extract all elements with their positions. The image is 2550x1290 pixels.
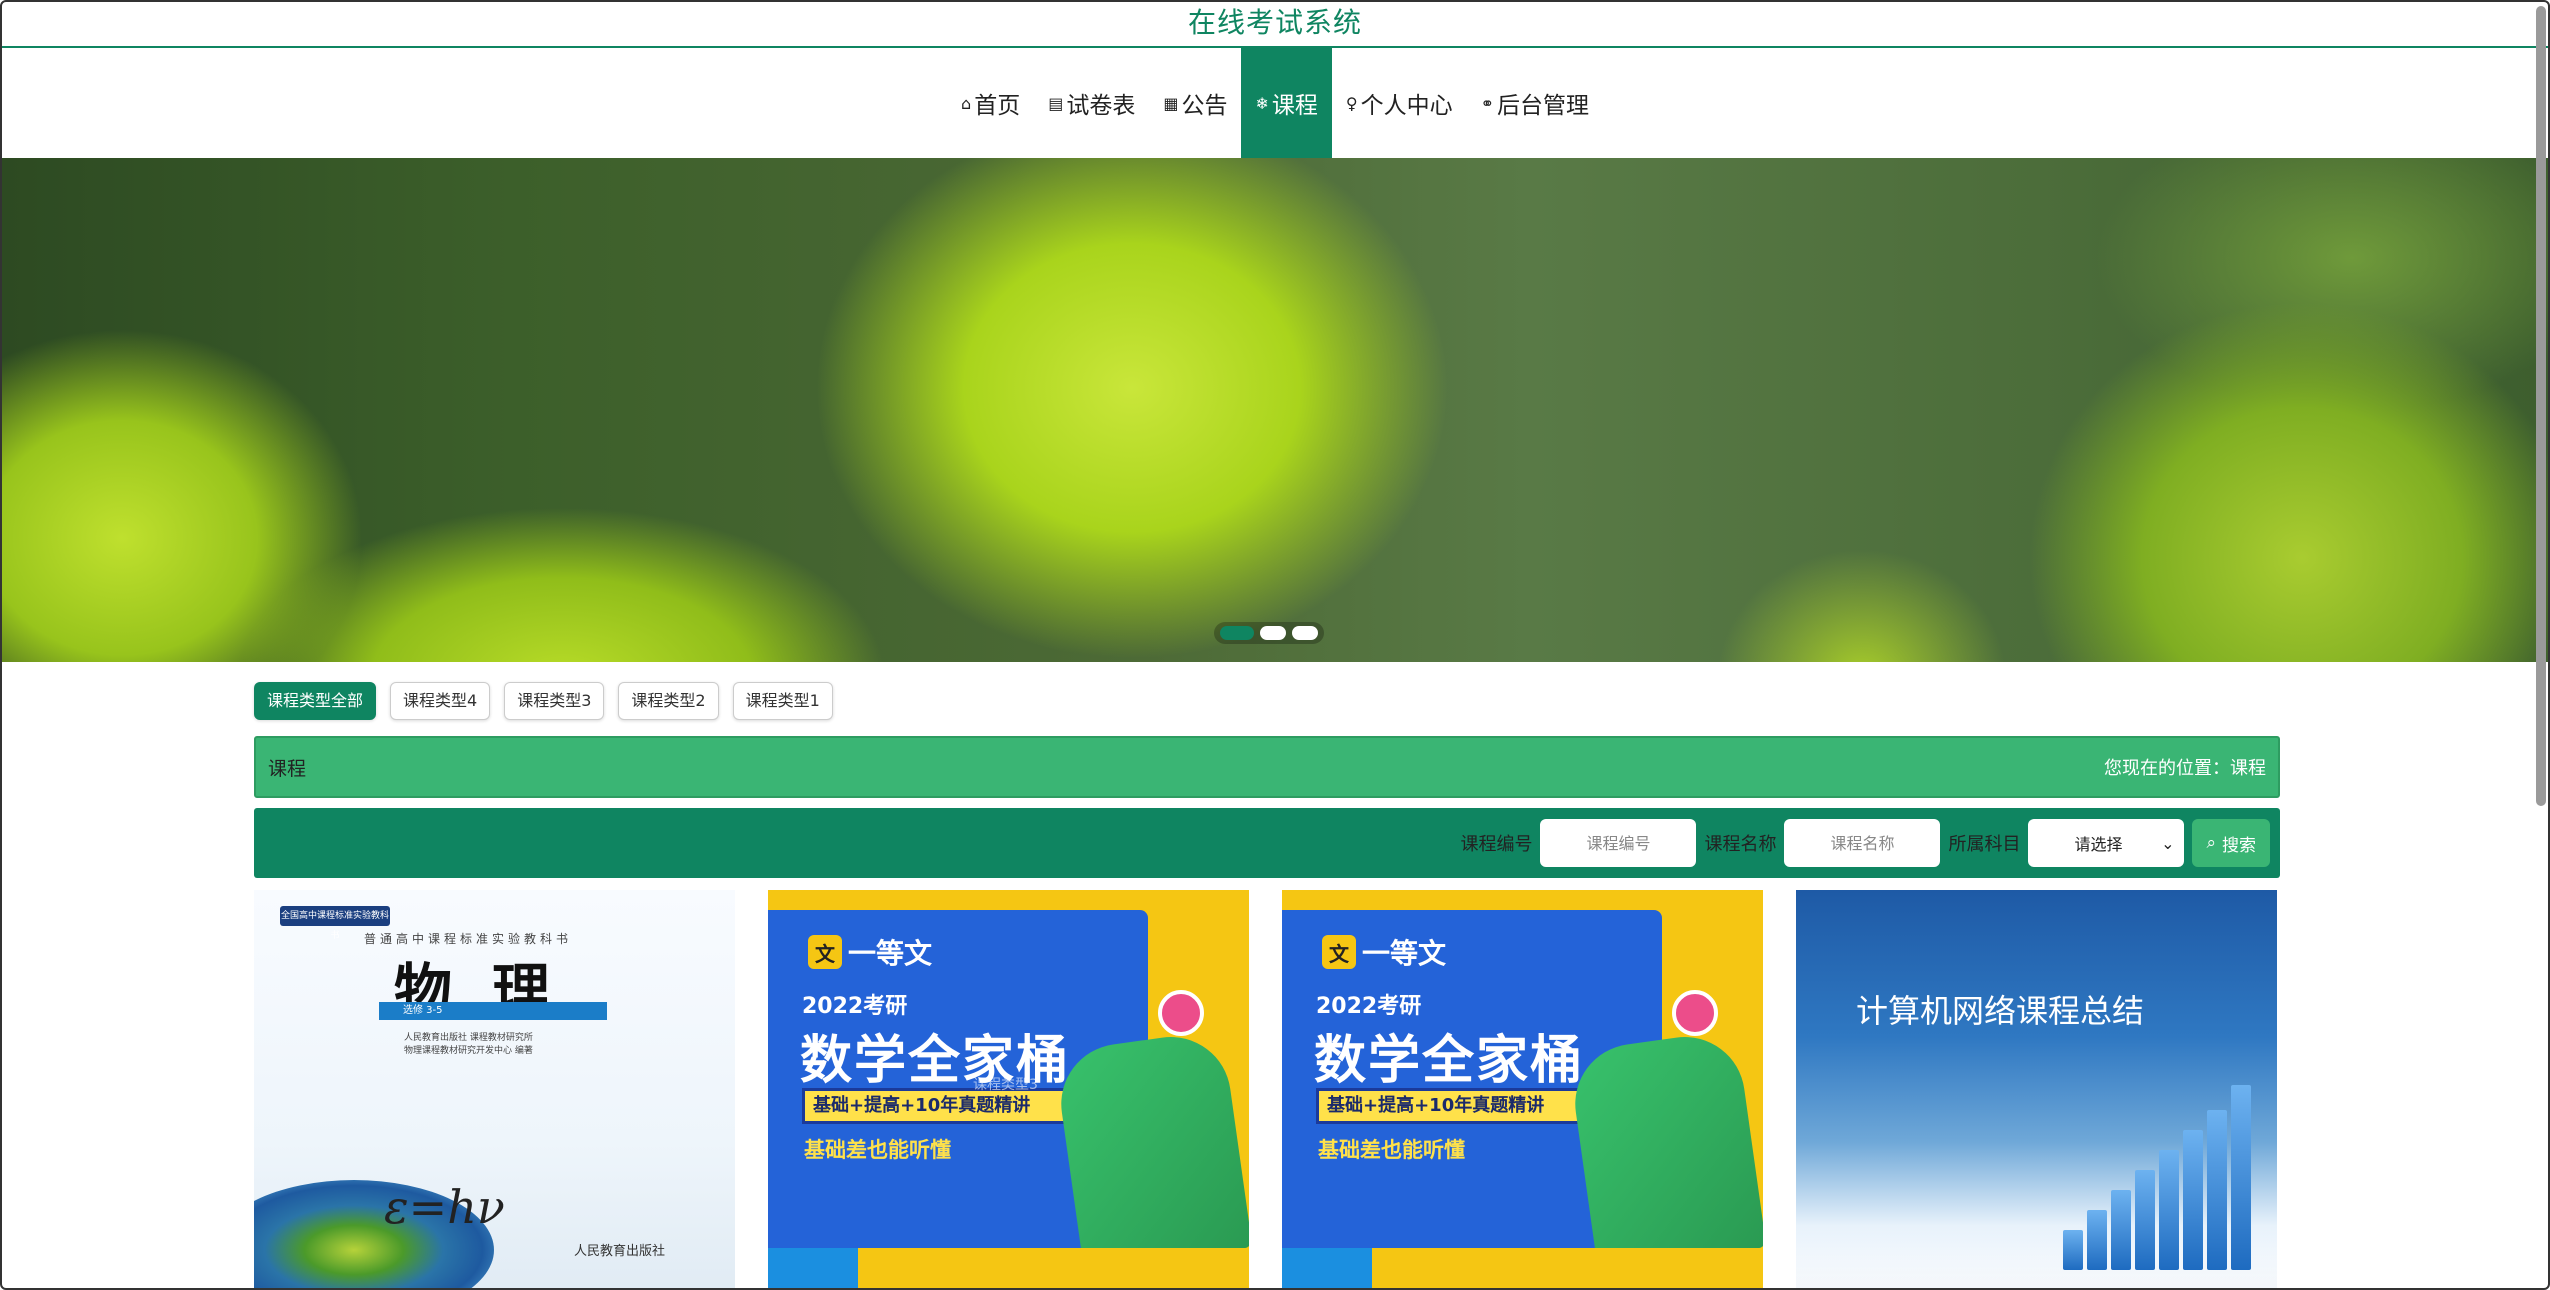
nav-item-announcements[interactable]: ▦ 公告 bbox=[1149, 48, 1241, 158]
course-type-filter: 课程类型全部 课程类型4 课程类型3 课程类型2 课程类型1 bbox=[254, 682, 2280, 720]
cover-title: 计算机网络课程总结 bbox=[1856, 992, 2145, 1030]
chevron-down-icon: ⌄ bbox=[2161, 833, 2175, 853]
paper-icon: ▤ bbox=[1048, 93, 1064, 113]
announcement-icon: ▦ bbox=[1163, 93, 1179, 113]
cover-year: 2022考研 bbox=[1316, 994, 1422, 1019]
snowflake-icon: ❄ bbox=[1255, 93, 1269, 113]
illustration-bar bbox=[2159, 1150, 2179, 1270]
bar-chart-illustration bbox=[2063, 1085, 2251, 1270]
course-card-physics[interactable]: 全国高中课程标准实验教科书 普通高中课程标准实验教科书 物理 选修 3-5 人民… bbox=[254, 890, 735, 1288]
book-volume: 选修 3-5 bbox=[379, 1002, 607, 1020]
nav-item-profile[interactable]: ♀ 个人中心 bbox=[1332, 48, 1467, 158]
illustration-bar bbox=[2183, 1130, 2203, 1270]
course-code-input[interactable] bbox=[1540, 819, 1697, 867]
section-title: 课程 bbox=[268, 757, 307, 780]
carousel-dot-3[interactable] bbox=[1292, 626, 1318, 640]
course-type-tab-3[interactable]: 课程类型3 bbox=[504, 682, 605, 720]
student-head-illustration bbox=[1158, 990, 1204, 1036]
course-name-input[interactable] bbox=[1784, 819, 1941, 867]
course-card-network[interactable]: 计算机网络课程总结 bbox=[1796, 890, 2277, 1288]
cover-title: 数学全家桶 bbox=[1314, 1031, 1585, 1091]
location-label: 您现在的位置： bbox=[2104, 758, 2230, 779]
course-card-math-1[interactable]: 文 一等文 2022考研 数学全家桶 基础+提高+10年真题精讲 基础差也能听懂… bbox=[768, 890, 1249, 1288]
cover-slogan: 基础差也能听懂 bbox=[1318, 1138, 1465, 1162]
cover-bottom-band bbox=[1282, 1248, 1763, 1288]
cover-tagline: 基础+提高+10年真题精讲 bbox=[802, 1088, 1088, 1124]
course-type-tab-all[interactable]: 课程类型全部 bbox=[254, 682, 377, 720]
course-type-tab-1[interactable]: 课程类型1 bbox=[732, 682, 833, 720]
illustration-bar bbox=[2135, 1170, 2155, 1270]
carousel-indicators bbox=[1214, 622, 1324, 644]
nav-label: 试卷表 bbox=[1066, 93, 1136, 119]
search-button[interactable]: ⌕ 搜索 bbox=[2192, 819, 2270, 867]
course-type-tab-4[interactable]: 课程类型4 bbox=[390, 682, 491, 720]
nav-item-admin[interactable]: ⚭ 后台管理 bbox=[1467, 48, 1603, 158]
breadcrumb: 课程 您现在的位置：课程 bbox=[254, 736, 2280, 798]
formula-text: ε=hν bbox=[384, 1180, 505, 1234]
nav-label: 公告 bbox=[1181, 93, 1228, 119]
nav-item-courses[interactable]: ❄ 课程 bbox=[1241, 48, 1332, 158]
cover-tagline: 基础+提高+10年真题精讲 bbox=[1316, 1088, 1602, 1124]
page-frame: 在线考试系统 ⌂ 首页 ▤ 试卷表 ▦ 公告 ❄ 课程 ♀ 个人中心 ⚭ 后台管… bbox=[0, 0, 2550, 1290]
brand-logo: 文 一等文 bbox=[1322, 932, 1446, 972]
illustration-bar bbox=[2087, 1210, 2107, 1270]
location-text: 您现在的位置：课程 bbox=[2104, 754, 2266, 780]
carousel-dot-2[interactable] bbox=[1260, 626, 1286, 640]
search-button-label: 搜索 bbox=[2222, 835, 2256, 856]
main-content: 课程类型全部 课程类型4 课程类型3 课程类型2 课程类型1 课程 您现在的位置… bbox=[254, 682, 2280, 1288]
brand-name: 一等文 bbox=[848, 937, 933, 970]
nav-label: 后台管理 bbox=[1496, 93, 1589, 119]
page-scrollbar[interactable] bbox=[2536, 6, 2546, 806]
search-bar: 课程编号 课程名称 所属科目 请选择 ⌄ ⌕ 搜索 bbox=[254, 808, 2280, 878]
search-icon: ⌕ bbox=[2206, 833, 2216, 853]
user-icon: ♀ bbox=[1345, 93, 1358, 113]
subject-select[interactable]: 请选择 ⌄ bbox=[2028, 819, 2185, 867]
student-illustration bbox=[1567, 1029, 1763, 1271]
course-type-tab-2[interactable]: 课程类型2 bbox=[618, 682, 719, 720]
illustration-bar bbox=[2111, 1190, 2131, 1270]
course-code-label: 课程编号 bbox=[1460, 834, 1533, 855]
brand-mark: 文 bbox=[808, 935, 842, 969]
brand-mark: 文 bbox=[1322, 935, 1356, 969]
subject-label: 所属科目 bbox=[1948, 834, 2021, 855]
cover-year: 2022考研 bbox=[802, 994, 908, 1019]
nav-label: 首页 bbox=[974, 93, 1021, 119]
nav-label: 课程 bbox=[1271, 93, 1318, 119]
book-authors-2: 物理课程教材研究开发中心 编著 bbox=[404, 1046, 533, 1056]
book-press: 人民教育出版社 bbox=[574, 1244, 666, 1259]
illustration-bar bbox=[2207, 1110, 2227, 1270]
cover-slogan: 基础差也能听懂 bbox=[804, 1138, 951, 1162]
nav-item-exam-papers[interactable]: ▤ 试卷表 bbox=[1034, 48, 1149, 158]
site-header: 在线考试系统 bbox=[2, 2, 2548, 48]
location-value[interactable]: 课程 bbox=[2230, 758, 2266, 779]
subject-select-value: 请选择 bbox=[2074, 835, 2123, 854]
cover-bottom-band bbox=[768, 1248, 1249, 1288]
illustration-bar bbox=[2063, 1230, 2083, 1270]
link-icon: ⚭ bbox=[1480, 93, 1494, 113]
brand-name: 一等文 bbox=[1362, 937, 1447, 970]
main-nav: ⌂ 首页 ▤ 试卷表 ▦ 公告 ❄ 课程 ♀ 个人中心 ⚭ 后台管理 bbox=[2, 48, 2548, 158]
nav-label: 个人中心 bbox=[1360, 93, 1453, 119]
hero-banner bbox=[2, 158, 2548, 662]
course-card-list: 全国高中课程标准实验教科书 普通高中课程标准实验教科书 物理 选修 3-5 人民… bbox=[254, 890, 2280, 1288]
student-head-illustration bbox=[1672, 990, 1718, 1036]
carousel-dot-1[interactable] bbox=[1220, 626, 1254, 640]
student-illustration bbox=[1053, 1029, 1249, 1271]
course-type-overlay: 课程类型3 bbox=[973, 1077, 1038, 1093]
brand-logo: 文 一等文 bbox=[808, 932, 932, 972]
book-authors-1: 人民教育出版社 课程教材研究所 bbox=[404, 1033, 533, 1043]
course-card-math-2[interactable]: 文 一等文 2022考研 数学全家桶 基础+提高+10年真题精讲 基础差也能听懂 bbox=[1282, 890, 1763, 1288]
book-series-label: 全国高中课程标准实验教科书 bbox=[280, 906, 390, 941]
nav-item-home[interactable]: ⌂ 首页 bbox=[947, 48, 1034, 158]
illustration-bar bbox=[2231, 1085, 2251, 1270]
site-title: 在线考试系统 bbox=[1187, 6, 1362, 39]
home-icon: ⌂ bbox=[961, 93, 972, 113]
course-name-label: 课程名称 bbox=[1704, 834, 1777, 855]
